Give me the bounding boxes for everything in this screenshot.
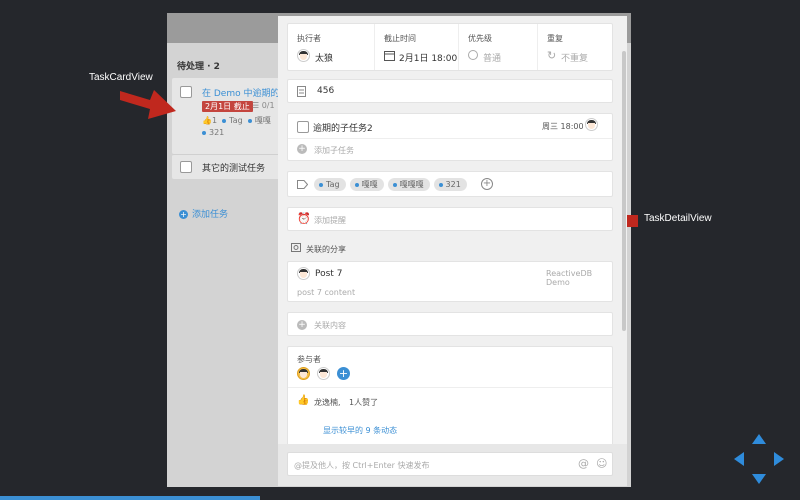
task-card-title[interactable]: 在 Demo 中逾期的任务 xyxy=(202,86,282,99)
avatar xyxy=(585,118,598,131)
post-source: ReactiveDB Demo xyxy=(546,269,593,287)
tag-dot-icon xyxy=(247,118,252,123)
share-section-label: 关联的分享 xyxy=(306,245,346,254)
comment-placeholder: @提及他人，按 Ctrl+Enter 快速发布 xyxy=(294,461,430,470)
tag-dot-icon xyxy=(222,118,227,123)
avatar xyxy=(297,267,310,280)
add-tag-button[interactable]: + xyxy=(481,178,493,190)
note-icon xyxy=(297,86,306,97)
subtask-count: ☰ 0/1 xyxy=(252,101,275,110)
add-task-button[interactable]: + 添加任务 xyxy=(179,207,228,220)
red-arrow-icon xyxy=(120,90,176,119)
add-participant-button[interactable]: + xyxy=(337,367,350,380)
avatar[interactable] xyxy=(297,367,310,380)
add-subtask-button[interactable]: 添加子任务 xyxy=(314,145,354,156)
attachment-icon[interactable]: @ xyxy=(578,457,589,470)
task-checkbox[interactable] xyxy=(180,86,192,98)
add-reminder-button[interactable]: 添加提醒 xyxy=(314,215,346,226)
card-tag: 嘎嘎 xyxy=(254,116,271,125)
due-label: 截止时间 xyxy=(384,34,416,43)
alarm-clock-icon: ⏰ xyxy=(297,212,311,225)
scrollbar[interactable] xyxy=(622,51,626,331)
post-content: post 7 content xyxy=(297,288,356,297)
subtask-list-icon: ☰ xyxy=(252,101,262,110)
task-detail-panel: 执行者 太狼 截止时间 2月1日 18:00 优先级 普通 重复 ↻ 不重复 4… xyxy=(278,16,627,486)
priority-label: 优先级 xyxy=(468,34,492,43)
executor-label: 执行者 xyxy=(297,34,321,43)
repeat-label: 重复 xyxy=(547,34,563,43)
participants-section: 参与者 + 👍 龙逸楠, 1人赞了 显示较早的 9 条动态 xyxy=(287,346,613,446)
linked-post-card[interactable]: Post 7 ReactiveDB Demo post 7 content xyxy=(287,261,613,302)
share-icon xyxy=(291,243,301,252)
note-value: 456 xyxy=(317,86,335,96)
task-card-tag-row: 321 xyxy=(202,128,224,137)
tag-list: Tag 嘎嘎 嘎嘎嘎 321 xyxy=(314,178,471,191)
card-tag: Tag xyxy=(229,116,243,125)
plus-icon: + xyxy=(297,144,307,154)
annotation-label-left: TaskCardView xyxy=(89,72,153,83)
comment-input[interactable]: @提及他人，按 Ctrl+Enter 快速发布 @ ☺ xyxy=(287,452,613,476)
card-tag: 321 xyxy=(209,128,225,137)
tag-chip[interactable]: 嘎嘎嘎 xyxy=(387,178,430,191)
plus-icon: + xyxy=(297,320,307,330)
post-title[interactable]: Post 7 xyxy=(315,269,342,279)
tag-dot-icon xyxy=(392,182,397,187)
task-card[interactable]: 在 Demo 中逾期的任务 2月1日 截止 ☰ 0/1 👍1 Tag 嘎嘎 32… xyxy=(172,78,282,154)
emoji-icon[interactable]: ☺ xyxy=(596,457,607,470)
subtask-checkbox[interactable] xyxy=(297,121,309,133)
tag-chip[interactable]: Tag xyxy=(314,178,346,191)
thumbs-up-icon: 👍 xyxy=(202,116,212,125)
tag-chip[interactable]: 321 xyxy=(433,178,467,191)
thumbs-up-icon: 👍 xyxy=(297,395,310,406)
task-card-meta: 👍1 Tag 嘎嘎 xyxy=(202,115,271,126)
task-meta-row: 执行者 太狼 截止时间 2月1日 18:00 优先级 普通 重复 ↻ 不重复 xyxy=(287,23,613,71)
priority-circle-icon xyxy=(468,50,478,60)
calendar-icon xyxy=(384,51,395,61)
subtask-section: 逾期的子任务2 周三 18:00 + 添加子任务 xyxy=(287,113,613,161)
priority-value[interactable]: 普通 xyxy=(483,51,501,64)
tag-chip[interactable]: 嘎嘎 xyxy=(349,178,384,191)
like-user: 龙逸楠, xyxy=(314,398,341,407)
tag-section: Tag 嘎嘎 嘎嘎嘎 321 + xyxy=(287,171,613,197)
due-value[interactable]: 2月1日 18:00 xyxy=(399,51,457,64)
executor-value[interactable]: 太狼 xyxy=(315,51,333,64)
annotation-label-right: TaskDetailView xyxy=(644,213,712,224)
link-content-section[interactable]: + 关联内容 xyxy=(287,312,613,336)
link-content-button[interactable]: 关联内容 xyxy=(314,320,346,331)
task-card-title[interactable]: 其它的测试任务 xyxy=(202,161,265,174)
avatar[interactable] xyxy=(317,367,330,380)
plus-icon: + xyxy=(179,210,188,219)
task-checkbox[interactable] xyxy=(180,161,192,173)
due-date-badge: 2月1日 截止 xyxy=(202,101,253,112)
participants-label: 参与者 xyxy=(297,355,321,364)
navigation-arrows-icon[interactable] xyxy=(732,432,786,486)
progress-bar xyxy=(0,496,260,500)
tag-icon xyxy=(297,180,308,189)
task-note[interactable]: 456 xyxy=(287,79,613,103)
tag-dot-icon xyxy=(354,182,359,187)
like-count: 1 xyxy=(211,116,218,125)
like-count-text: 1人赞了 xyxy=(349,398,379,407)
tag-dot-icon xyxy=(438,182,443,187)
show-more-activity-link[interactable]: 显示较早的 9 条动态 xyxy=(323,425,397,436)
subtask-time: 周三 18:00 xyxy=(542,122,584,131)
repeat-value[interactable]: 不重复 xyxy=(561,51,588,64)
tag-dot-icon xyxy=(319,182,323,187)
tag-dot-icon xyxy=(202,130,206,135)
avatar xyxy=(297,49,310,62)
task-card[interactable]: 其它的测试任务 xyxy=(172,154,282,179)
subtask-title[interactable]: 逾期的子任务2 xyxy=(313,121,373,134)
reminder-section[interactable]: ⏰ 添加提醒 xyxy=(287,207,613,231)
stage-title: 待处理 · 2 xyxy=(177,62,220,72)
repeat-icon: ↻ xyxy=(547,49,557,62)
